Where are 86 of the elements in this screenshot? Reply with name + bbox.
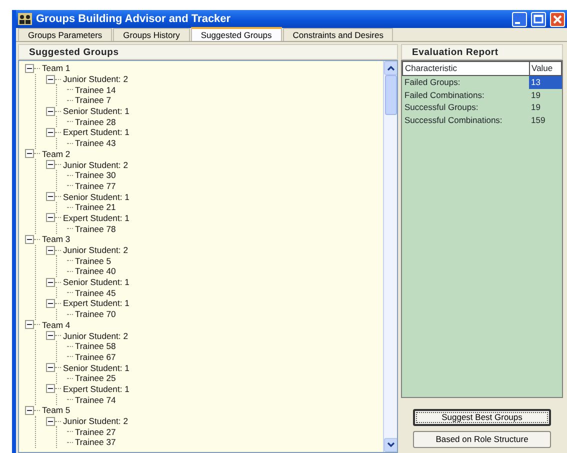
tab[interactable]: Groups Parameters bbox=[18, 28, 112, 41]
tree-item[interactable]: Trainee 77 bbox=[75, 180, 116, 191]
tree-item[interactable]: Trainee 25 bbox=[75, 373, 116, 384]
people-icon bbox=[18, 13, 32, 25]
table-cell-text: Successful Combinations: bbox=[404, 114, 504, 127]
collapse-icon[interactable] bbox=[25, 64, 34, 73]
minimize-icon bbox=[515, 22, 520, 24]
panel-header: Suggested Groups bbox=[18, 44, 398, 60]
table-cell[interactable]: 19 bbox=[529, 88, 562, 102]
tree-item[interactable]: Junior Student: 2 bbox=[63, 160, 128, 170]
tree-item[interactable]: Trainee 27 bbox=[75, 426, 116, 437]
tree-item[interactable]: Team 5 bbox=[42, 405, 70, 416]
tree-item[interactable]: Trainee 37 bbox=[75, 437, 116, 448]
column-header[interactable]: Value bbox=[529, 62, 562, 76]
tree-item[interactable]: Trainee 30 bbox=[75, 170, 116, 180]
tree-item[interactable]: Trainee 78 bbox=[75, 224, 116, 234]
tree-item[interactable]: Senior Student: 1 bbox=[63, 106, 130, 116]
collapse-icon[interactable] bbox=[46, 192, 55, 202]
collapse-icon[interactable] bbox=[46, 128, 55, 137]
collapse-icon[interactable] bbox=[46, 298, 55, 308]
collapse-icon[interactable] bbox=[25, 149, 34, 158]
scroll-thumb[interactable] bbox=[385, 75, 397, 115]
collapse-icon[interactable] bbox=[46, 74, 55, 84]
tab[interactable]: Groups History bbox=[113, 28, 190, 41]
tree-item[interactable]: Trainee 43 bbox=[75, 138, 116, 148]
window-title: Groups Building Advisor and Tracker bbox=[36, 12, 232, 27]
tab[interactable]: Suggested Groups bbox=[190, 27, 282, 41]
close-icon bbox=[552, 14, 563, 24]
tree-item[interactable]: Trainee 14 bbox=[75, 84, 116, 95]
collapse-icon[interactable] bbox=[46, 246, 55, 255]
table-cell[interactable]: 13 bbox=[529, 75, 562, 88]
tree-item[interactable]: Trainee 21 bbox=[75, 202, 116, 212]
chevron-down-icon bbox=[387, 442, 395, 448]
action-button[interactable]: Based on Role Structure bbox=[413, 431, 551, 448]
tree-item[interactable]: Trainee 58 bbox=[75, 341, 116, 352]
panel-header: Evaluation Report bbox=[401, 44, 563, 60]
tree-item[interactable]: Trainee 67 bbox=[75, 352, 116, 362]
maximize-icon bbox=[533, 14, 544, 24]
tree-item[interactable]: Trainee 74 bbox=[75, 394, 116, 405]
scrollbar[interactable] bbox=[383, 61, 397, 452]
tree-item[interactable]: Team 1 bbox=[42, 63, 70, 74]
column-header[interactable]: Characteristic bbox=[402, 62, 530, 76]
tab[interactable]: Constraints and Desires bbox=[282, 28, 394, 41]
table-cell-text: Successful Groups: bbox=[404, 101, 480, 114]
collapse-icon[interactable] bbox=[46, 160, 55, 170]
tree-item[interactable]: Expert Student: 1 bbox=[63, 127, 130, 138]
collapse-icon[interactable] bbox=[25, 406, 34, 415]
tree-item[interactable]: Trainee 7 bbox=[75, 95, 111, 106]
tree-item[interactable]: Junior Student: 2 bbox=[63, 74, 128, 84]
maximize-button[interactable] bbox=[531, 12, 546, 26]
collapse-icon[interactable] bbox=[46, 363, 55, 372]
tree-item[interactable]: Expert Student: 1 bbox=[63, 212, 130, 223]
tree-item[interactable]: Junior Student: 2 bbox=[63, 330, 128, 341]
scroll-up-button[interactable] bbox=[384, 61, 397, 75]
tree-item[interactable]: Trainee 45 bbox=[75, 288, 116, 298]
tree-item[interactable]: Junior Student: 2 bbox=[63, 416, 128, 426]
collapse-icon[interactable] bbox=[46, 384, 55, 394]
table-cell: Failed Combinations: bbox=[402, 88, 530, 102]
collapse-icon[interactable] bbox=[25, 234, 34, 244]
tree-item[interactable]: Team 3 bbox=[42, 234, 70, 244]
tree-item[interactable]: Team 4 bbox=[42, 320, 70, 330]
tree-item[interactable]: Senior Student: 1 bbox=[63, 362, 130, 373]
collapse-icon[interactable] bbox=[46, 416, 55, 426]
chevron-up-icon bbox=[387, 65, 395, 71]
close-button[interactable] bbox=[550, 12, 565, 26]
collapse-icon[interactable] bbox=[25, 320, 34, 330]
tree-item[interactable]: Team 2 bbox=[42, 148, 70, 159]
tree-item[interactable]: Expert Student: 1 bbox=[63, 384, 130, 394]
tree-item[interactable]: Senior Student: 1 bbox=[63, 277, 130, 288]
tree-item[interactable]: Trainee 70 bbox=[75, 309, 116, 320]
action-button[interactable]: Suggest Best Groups bbox=[413, 409, 551, 426]
tree-item[interactable]: Trainee 28 bbox=[75, 116, 116, 127]
collapse-icon[interactable] bbox=[46, 278, 55, 287]
tree-item[interactable]: Trainee 40 bbox=[75, 266, 116, 276]
tree-item[interactable]: Trainee 5 bbox=[75, 256, 111, 266]
table-cell: Failed Groups: bbox=[402, 75, 530, 88]
table-cell[interactable]: 159 bbox=[529, 114, 562, 127]
tree-item[interactable]: Senior Student: 1 bbox=[63, 192, 130, 202]
tree-item[interactable]: Junior Student: 2 bbox=[63, 245, 128, 256]
collapse-icon[interactable] bbox=[46, 331, 55, 340]
collapse-icon[interactable] bbox=[46, 213, 55, 222]
minimize-button[interactable] bbox=[512, 12, 527, 26]
scroll-down-button[interactable] bbox=[384, 438, 397, 452]
table-cell[interactable]: 19 bbox=[529, 101, 562, 114]
collapse-icon[interactable] bbox=[46, 106, 55, 116]
tree-item[interactable]: Expert Student: 1 bbox=[63, 298, 130, 308]
